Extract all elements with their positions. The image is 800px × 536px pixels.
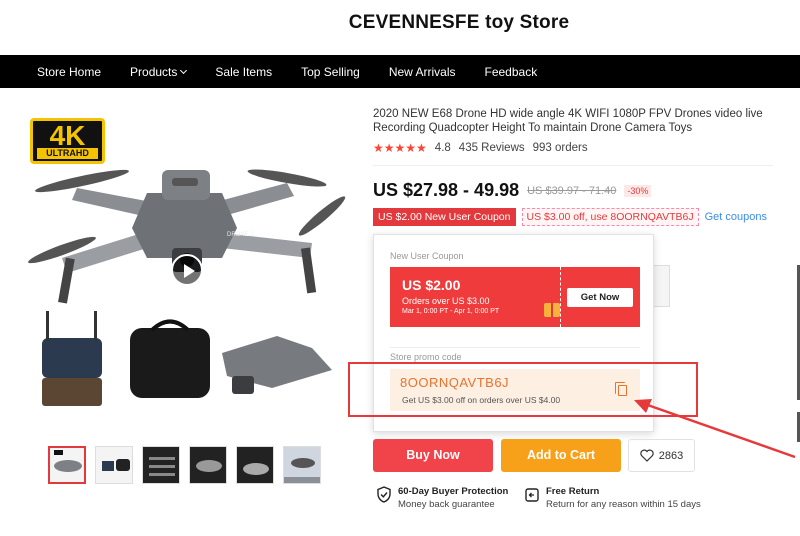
add-to-cart-button[interactable]: Add to Cart xyxy=(501,439,621,472)
original-price: US $39.97 - 71.40 xyxy=(527,184,617,197)
coupon-condition: Orders over US $3.00 xyxy=(402,296,490,306)
promo-code-tag[interactable]: US $3.00 off, use 8OORNQAVTB6J xyxy=(521,208,699,226)
thumbnail[interactable] xyxy=(189,446,227,484)
nav-feedback[interactable]: Feedback xyxy=(485,65,538,79)
store-nav: Store Home Products Sale Items Top Selli… xyxy=(0,55,800,88)
return-subtitle: Return for any reason within 15 days xyxy=(546,499,701,510)
package-thumbnail-icon xyxy=(102,459,130,471)
thumbnail[interactable] xyxy=(48,446,86,484)
return-icon xyxy=(525,488,539,502)
specs-thumbnail-icon xyxy=(149,457,175,476)
buy-now-button[interactable]: Buy Now xyxy=(373,439,493,472)
divider xyxy=(390,347,640,348)
get-coupons-link[interactable]: Get coupons xyxy=(705,211,767,223)
reviews-link[interactable]: 435 Reviews xyxy=(459,142,525,154)
drone-dark-thumbnail-icon xyxy=(196,460,222,472)
thumbnail[interactable] xyxy=(236,446,274,484)
orders-count: 993 orders xyxy=(532,142,588,154)
current-price: US $27.98 - 49.98 xyxy=(373,180,520,200)
thumbnail[interactable] xyxy=(283,446,321,484)
nav-label: Sale Items xyxy=(215,64,273,79)
thumbnail-strip xyxy=(48,446,321,484)
thumbnail[interactable] xyxy=(95,446,133,484)
protection-title: 60-Day Buyer Protection xyxy=(398,486,509,497)
new-user-coupon-tag[interactable]: US $2.00 New User Coupon xyxy=(373,208,516,226)
heart-icon xyxy=(640,449,654,462)
nav-label: Store Home xyxy=(37,64,102,79)
free-return: Free Return Return for any reason within… xyxy=(524,486,701,510)
buyer-protection: 60-Day Buyer Protection Money back guara… xyxy=(376,486,508,510)
play-video-button[interactable] xyxy=(171,254,203,286)
divider xyxy=(373,165,773,166)
nav-top-selling[interactable]: Top Selling xyxy=(301,65,360,79)
rating-row: ★★★★★ 4.8 435 Reviews 993 orders xyxy=(373,141,596,155)
coupon-row: US $2.00 New User Coupon US $3.00 off, u… xyxy=(373,208,767,226)
chevron-down-icon xyxy=(180,66,188,74)
coupon-dates: Mar 1, 0:00 PT - Apr 1, 0:00 PT xyxy=(402,308,500,315)
return-title: Free Return xyxy=(546,486,600,497)
nav-label: Products xyxy=(130,64,178,79)
thumbnail[interactable] xyxy=(142,446,180,484)
star-rating-icon: ★★★★★ xyxy=(373,141,427,155)
shield-check-icon xyxy=(377,486,391,503)
drone-dark-thumbnail-icon xyxy=(243,463,269,475)
gift-icon xyxy=(544,301,560,317)
product-title: 2020 NEW E68 Drone HD wide angle 4K WIFI… xyxy=(373,108,763,134)
new-user-coupon-label: New User Coupon xyxy=(390,251,464,261)
new-user-coupon-card: US $2.00 Orders over US $3.00 Mar 1, 0:0… xyxy=(390,267,640,327)
coupon-amount: US $2.00 xyxy=(402,277,461,293)
nav-label: Feedback xyxy=(484,64,538,79)
flying-drone-thumbnail-icon xyxy=(284,458,320,483)
price-row: US $27.98 - 49.98 US $39.97 - 71.40 -30% xyxy=(373,180,652,201)
coupon-separator xyxy=(560,267,561,327)
nav-new-arrivals[interactable]: New Arrivals xyxy=(389,65,456,79)
nav-sale-items[interactable]: Sale Items xyxy=(215,65,272,79)
drone-thumbnail-icon xyxy=(54,450,82,472)
rating-value: 4.8 xyxy=(434,142,451,154)
store-promo-code-label: Store promo code xyxy=(390,352,462,362)
nav-products[interactable]: Products xyxy=(130,64,188,79)
nav-store-home[interactable]: Store Home xyxy=(37,65,101,79)
protection-subtitle: Money back guarantee xyxy=(398,499,495,510)
drone-model-label: DRONE 2 xyxy=(227,232,254,238)
discount-badge: -30% xyxy=(624,184,652,197)
nav-label: New Arrivals xyxy=(388,64,456,79)
main-product-image[interactable]: 4K ULTRAHD DRONE 2 xyxy=(22,108,352,408)
wishlist-button[interactable]: 2863 xyxy=(628,439,695,472)
store-title: CEVENNESFE toy Store xyxy=(348,12,570,33)
get-now-button[interactable]: Get Now xyxy=(567,288,633,307)
wishlist-count: 2863 xyxy=(658,449,684,462)
nav-label: Top Selling xyxy=(301,64,360,79)
